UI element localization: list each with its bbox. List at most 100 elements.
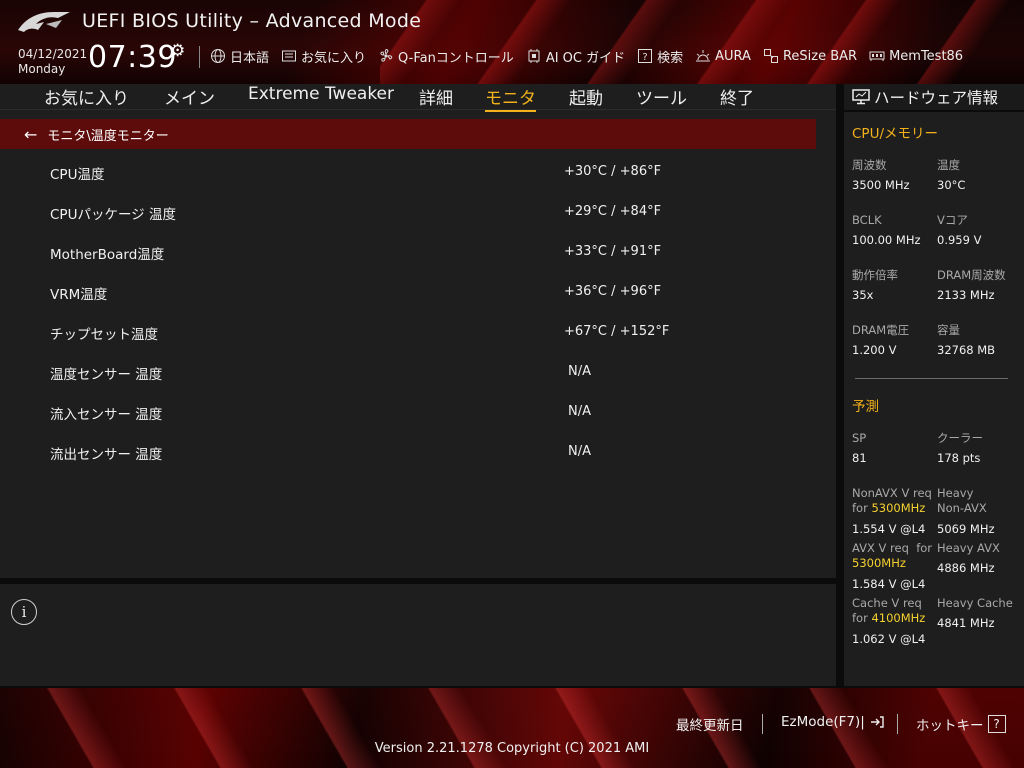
version-text: Version 2.21.1278 Copyright (C) 2021 AMI bbox=[374, 741, 650, 756]
tab-advanced[interactable]: 詳細 bbox=[419, 84, 453, 109]
monitor-row-outflow-sensor[interactable]: 流出センサー 温度 N/A bbox=[0, 443, 816, 483]
row-label: 流出センサー 温度 bbox=[50, 447, 163, 463]
temperature-label: 温度 bbox=[937, 158, 960, 172]
app-title: UEFI BIOS Utility – Advanced Mode bbox=[82, 10, 422, 32]
ai-oc-guide-button[interactable]: AI OC ガイド bbox=[526, 46, 625, 66]
heavy-avx-label: Heavy AVX bbox=[937, 541, 1000, 555]
clock-settings-gear-icon[interactable]: ⚙ bbox=[170, 41, 185, 61]
monitor-display-icon bbox=[852, 89, 870, 105]
rog-logo-icon bbox=[18, 12, 70, 32]
monitor-row-temp-sensor[interactable]: 温度センサー 温度 N/A bbox=[0, 363, 816, 403]
bclk-value: 100.00 MHz bbox=[852, 233, 921, 247]
footer-divider bbox=[897, 714, 898, 734]
footer-bar: 最終更新日 EzMode(F7)| ホットキー ? Version 2.21.1… bbox=[0, 688, 1024, 768]
tab-tool[interactable]: ツール bbox=[636, 84, 687, 109]
hardware-info-label: ハードウェア情報 bbox=[874, 89, 999, 107]
heavy-nonavx-line1: Heavy bbox=[937, 486, 974, 500]
sp-value: 81 bbox=[852, 451, 867, 465]
cache-vreq-line2: for 4100MHz bbox=[852, 611, 925, 626]
heavy-nonavx-value: 5069 MHz bbox=[937, 522, 995, 536]
temperature-value: 30°C bbox=[937, 178, 966, 192]
cache-vreq-value: 1.062 V @L4 bbox=[852, 632, 926, 646]
qfan-control-button[interactable]: Q-Fanコントロール bbox=[378, 46, 514, 66]
weekday-text: Monday bbox=[18, 62, 66, 76]
frequency-label: 周波数 bbox=[852, 158, 887, 172]
dram-frequency-value: 2133 MHz bbox=[937, 288, 995, 302]
row-label: 温度センサー 温度 bbox=[50, 367, 163, 383]
monitor-row-motherboard-temp[interactable]: MotherBoard温度 +33°C / +91°F bbox=[0, 243, 816, 283]
aura-icon bbox=[696, 50, 711, 62]
help-question-icon: ? bbox=[987, 715, 1006, 733]
vcore-label: Vコア bbox=[937, 213, 968, 227]
tab-monitor[interactable]: モニタ bbox=[485, 84, 536, 112]
hardware-info-panel: CPU/メモリー 周波数 温度 3500 MHz 30°C BCLK Vコア 1… bbox=[844, 112, 1024, 686]
cache-vreq-for: for bbox=[852, 611, 872, 625]
row-label: CPUパッケージ 温度 bbox=[50, 207, 176, 223]
row-value: +33°C / +91°F bbox=[564, 244, 662, 259]
resize-bar-button[interactable]: ReSize BAR bbox=[763, 46, 857, 66]
favorites-label: お気に入り bbox=[301, 50, 367, 66]
row-value: +36°C / +96°F bbox=[564, 284, 662, 299]
monitor-row-inflow-sensor[interactable]: 流入センサー 温度 N/A bbox=[0, 403, 816, 443]
ai-oc-label: AI OC ガイド bbox=[545, 50, 626, 66]
header-bar: UEFI BIOS Utility – Advanced Mode 04/12/… bbox=[0, 0, 1024, 84]
nonavx-vreq-for: for bbox=[852, 501, 872, 515]
row-label: VRM温度 bbox=[50, 287, 108, 303]
prediction-section-title: 予測 bbox=[852, 399, 879, 415]
favorites-icon bbox=[282, 50, 297, 62]
hardware-info-header: ハードウェア情報 bbox=[844, 84, 1024, 110]
row-value: +67°C / +152°F bbox=[564, 324, 670, 339]
exit-arrow-icon bbox=[870, 716, 884, 728]
cpu-memory-section-title: CPU/メモリー bbox=[852, 126, 938, 142]
hotkeys-button[interactable]: ホットキー ? bbox=[916, 714, 1006, 734]
row-value: N/A bbox=[568, 364, 591, 379]
fan-icon bbox=[380, 49, 393, 62]
row-value: +29°C / +84°F bbox=[564, 204, 662, 219]
row-label: チップセット温度 bbox=[50, 327, 158, 343]
memtest-button[interactable]: MemTest86 bbox=[869, 46, 963, 66]
header-divider bbox=[199, 46, 200, 68]
dram-voltage-value: 1.200 V bbox=[852, 343, 897, 357]
monitor-row-cpu-temp[interactable]: CPU温度 +30°C / +86°F bbox=[0, 163, 816, 203]
heavy-cache-label: Heavy Cache bbox=[937, 596, 1013, 610]
breadcrumb: ← モニタ\温度モニター bbox=[0, 119, 816, 149]
globe-icon bbox=[211, 49, 225, 63]
row-label: 流入センサー 温度 bbox=[50, 407, 163, 423]
last-modified-button[interactable]: 最終更新日 bbox=[676, 714, 744, 734]
row-label: CPU温度 bbox=[50, 167, 105, 183]
main-tabs: お気に入り メイン Extreme Tweaker 詳細 モニタ 起動 ツール … bbox=[0, 84, 836, 112]
language-button[interactable]: 日本語 bbox=[210, 46, 269, 66]
avx-vreq-label: AVX V req for 5300MHz bbox=[852, 541, 932, 571]
capacity-value: 32768 MB bbox=[937, 343, 996, 357]
last-modified-label: 最終更新日 bbox=[676, 718, 744, 734]
clock-time: 07:39 bbox=[88, 40, 177, 75]
back-arrow-icon[interactable]: ← bbox=[24, 125, 37, 144]
hotkeys-label: ホットキー bbox=[916, 718, 984, 734]
tab-boot[interactable]: 起動 bbox=[569, 84, 603, 109]
tab-exit[interactable]: 終了 bbox=[720, 84, 754, 109]
help-info-panel: i bbox=[0, 584, 836, 686]
svg-text:?: ? bbox=[642, 52, 647, 63]
ezmode-button[interactable]: EzMode(F7)| bbox=[781, 714, 885, 730]
resize-bar-icon bbox=[763, 49, 778, 63]
aura-button[interactable]: AURA bbox=[695, 46, 751, 66]
footer-divider bbox=[762, 714, 763, 734]
hardware-divider bbox=[855, 378, 1008, 379]
memtest-label: MemTest86 bbox=[889, 48, 964, 64]
tab-favorites[interactable]: お気に入り bbox=[44, 84, 129, 109]
search-button[interactable]: ? 検索 bbox=[637, 46, 683, 66]
search-help-icon: ? bbox=[638, 49, 653, 63]
monitor-row-cpu-package-temp[interactable]: CPUパッケージ 温度 +29°C / +84°F bbox=[0, 203, 816, 243]
sp-label: SP bbox=[852, 431, 867, 445]
info-icon: i bbox=[11, 599, 37, 625]
tab-extreme-tweaker[interactable]: Extreme Tweaker bbox=[248, 84, 394, 104]
resize-bar-label: ReSize BAR bbox=[782, 48, 858, 64]
tab-main[interactable]: メイン bbox=[164, 84, 215, 109]
monitor-row-vrm-temp[interactable]: VRM温度 +36°C / +96°F bbox=[0, 283, 816, 323]
favorites-button[interactable]: お気に入り bbox=[281, 46, 366, 66]
monitor-row-chipset-temp[interactable]: チップセット温度 +67°C / +152°F bbox=[0, 323, 816, 363]
bclk-label: BCLK bbox=[852, 213, 882, 227]
capacity-label: 容量 bbox=[937, 323, 960, 337]
heavy-avx-value: 4886 MHz bbox=[937, 561, 995, 575]
qfan-label: Q-Fanコントロール bbox=[398, 50, 514, 66]
